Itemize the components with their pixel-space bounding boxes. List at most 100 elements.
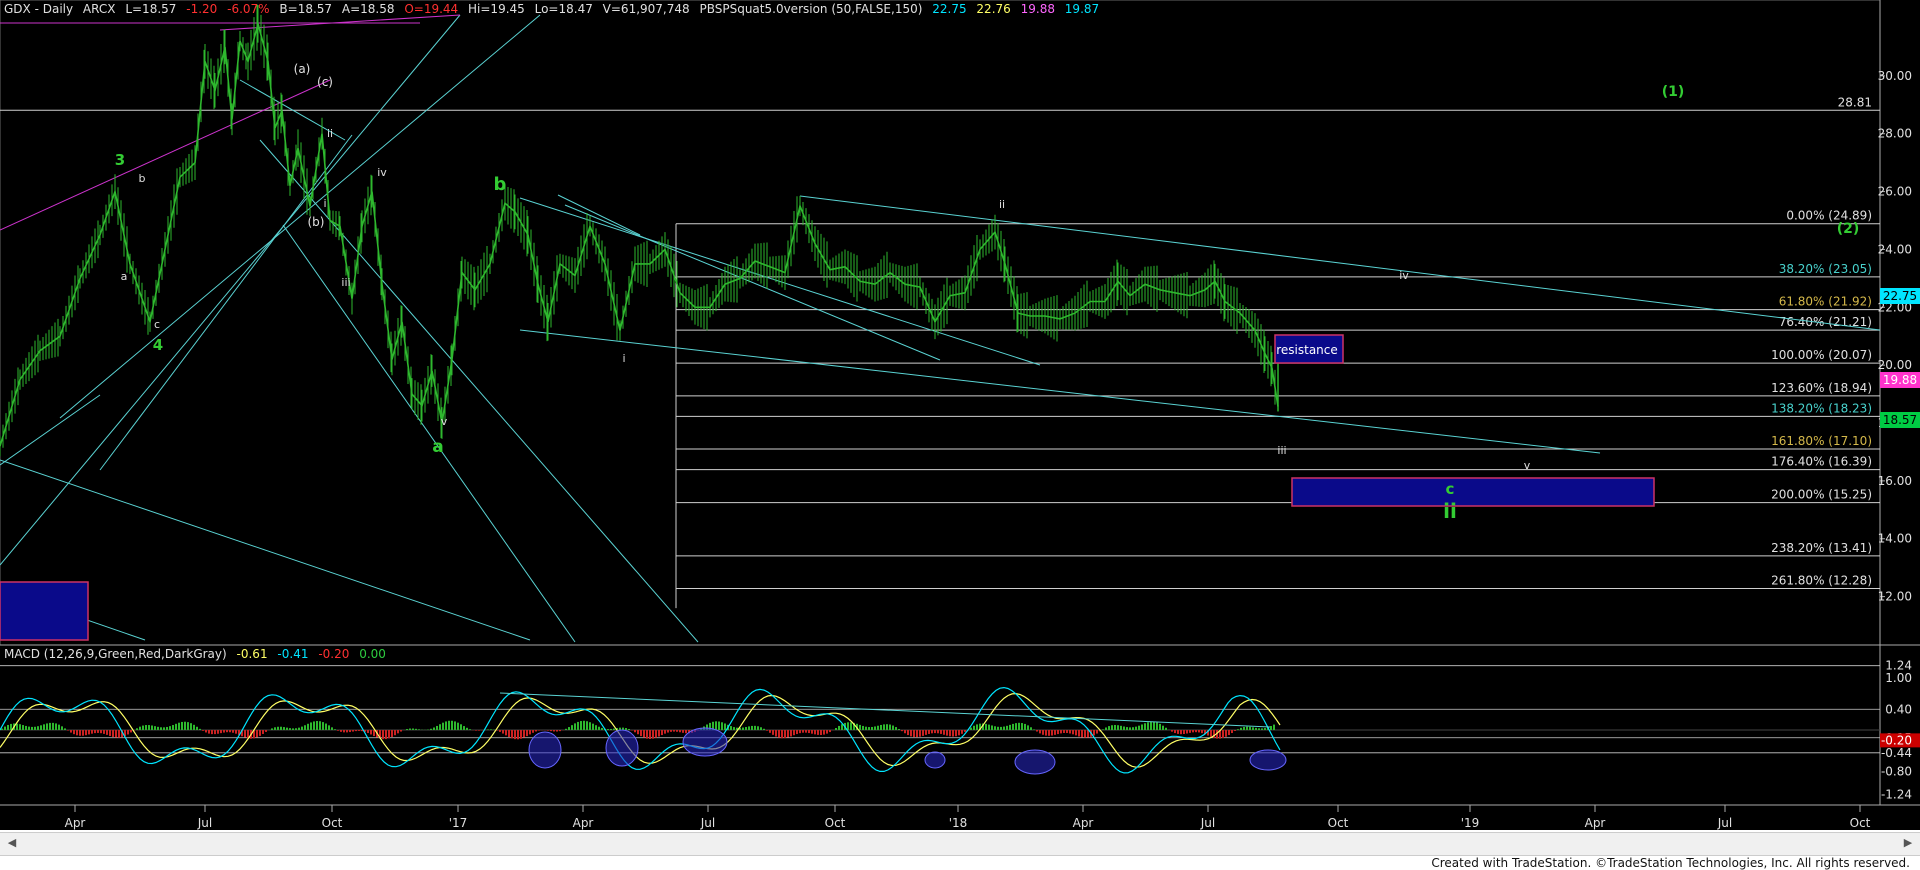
- study-value-1: 22.75: [932, 2, 967, 16]
- macd-trend-line: [499, 692, 1271, 728]
- volume: V=61,907,748: [602, 2, 690, 16]
- time-tick-label: '18: [949, 816, 968, 830]
- time-tick-label: Apr: [65, 816, 86, 830]
- macd-tick-label: 0.40: [1885, 702, 1912, 716]
- price-badge-value: 22.75: [1883, 289, 1917, 303]
- wave-label: (a): [294, 62, 311, 76]
- wave-label: iii: [341, 276, 350, 289]
- price-tick-label: 14.00: [1878, 532, 1912, 546]
- time-tick-label: Oct: [825, 816, 846, 830]
- price-badge-value: 18.57: [1883, 413, 1917, 427]
- macd-tick-label: -0.80: [1881, 764, 1912, 778]
- wave-label: c: [1446, 480, 1455, 498]
- macd-tick-label: -0.44: [1881, 746, 1912, 760]
- wave-label: iv: [1399, 269, 1409, 282]
- trend-line: [519, 329, 1601, 454]
- time-tick-label: Apr: [573, 816, 594, 830]
- macd-value-2: -0.41: [277, 647, 309, 661]
- price-tick-label: 26.00: [1878, 185, 1912, 199]
- wave-label: 3: [115, 151, 125, 169]
- macd-label: MACD (12,26,9,Green,Red,DarkGray): [4, 647, 227, 661]
- chart-header: GDX - Daily ARCX L=18.57 -1.20 -6.07% B=…: [4, 2, 1105, 16]
- wave-label: a: [432, 437, 443, 457]
- macd-highlight-ellipse: [924, 751, 946, 769]
- wave-label: resistance: [1276, 343, 1338, 357]
- time-tick-label: Oct: [1328, 816, 1349, 830]
- macd-tick-label: 1.00: [1885, 671, 1912, 685]
- time-tick-label: '19: [1461, 816, 1480, 830]
- macd-tick-label: -1.24: [1881, 787, 1912, 801]
- macd-highlight-ellipse: [682, 727, 728, 757]
- wave-label: c: [154, 318, 160, 331]
- wave-label: 4: [153, 336, 163, 354]
- wave-label: b: [139, 172, 146, 185]
- wave-label: ii: [1443, 499, 1457, 523]
- wave-label: v: [441, 415, 448, 428]
- price-tick-label: 12.00: [1878, 590, 1912, 604]
- time-tick-label: '17: [449, 816, 468, 830]
- study-label: PBSPSquat5.0version (50,FALSE,150): [699, 2, 923, 16]
- exchange-label: ARCX: [82, 2, 116, 16]
- wave-label: (c): [317, 75, 333, 89]
- lower-left-box: [0, 581, 89, 641]
- scroll-left-icon[interactable]: ◀: [4, 835, 20, 851]
- macd-highlight-ellipse: [1014, 749, 1056, 775]
- wave-label: a: [121, 270, 128, 283]
- low-price: Lo=18.47: [534, 2, 593, 16]
- study-value-3: 19.88: [1020, 2, 1055, 16]
- symbol-label: GDX - Daily: [4, 2, 74, 16]
- price-tick-label: 16.00: [1878, 474, 1912, 488]
- tradestation-chart: 12.0014.0016.0018.0020.0022.0024.0026.00…: [0, 0, 1920, 830]
- study-value-4: 19.87: [1064, 2, 1100, 16]
- high-price: Hi=19.45: [468, 2, 525, 16]
- wave-label: b: [494, 174, 507, 195]
- scroll-right-icon[interactable]: ▶: [1900, 835, 1916, 851]
- time-tick-label: Jul: [1717, 816, 1732, 830]
- bid-price: B=18.57: [279, 2, 333, 16]
- price-tick-label: 20.00: [1878, 358, 1912, 372]
- wave-label: i: [622, 352, 625, 365]
- macd-highlight-ellipse: [528, 731, 562, 769]
- trend-line: [557, 194, 641, 236]
- fib-level-label: 261.80% (12.28): [1771, 574, 1872, 588]
- macd-header: MACD (12,26,9,Green,Red,DarkGray) -0.61 …: [4, 647, 392, 661]
- fib-level-label: 200.00% (15.25): [1771, 488, 1872, 502]
- copyright-text: Created with TradeStation. ©TradeStation…: [1431, 856, 1910, 870]
- wave-label: i: [323, 197, 326, 210]
- time-tick-label: Jul: [1200, 816, 1215, 830]
- wave-label: ii: [327, 127, 333, 140]
- time-tick-label: Apr: [1585, 816, 1606, 830]
- wave-label: (b): [308, 215, 325, 229]
- macd-highlight-ellipse: [605, 729, 639, 767]
- ask-price: A=18.58: [341, 2, 395, 16]
- wave-label: (2): [1837, 221, 1860, 237]
- time-tick-label: Oct: [322, 816, 343, 830]
- time-tick-label: Jul: [197, 816, 212, 830]
- price-tick-label: 24.00: [1878, 242, 1912, 256]
- trend-line: [259, 139, 699, 643]
- fib-level-label: 100.00% (20.07): [1771, 348, 1872, 362]
- macd-value-3: -0.20: [318, 647, 350, 661]
- fib-level-label: 123.60% (18.94): [1771, 381, 1872, 395]
- last-price: L=18.57: [125, 2, 177, 16]
- horizontal-scrollbar[interactable]: ◀ ▶: [0, 832, 1920, 856]
- price-change-pct: -6.07%: [227, 2, 270, 16]
- time-tick-label: Apr: [1073, 816, 1094, 830]
- price-tick-label: 28.00: [1878, 127, 1912, 141]
- price-tick-label: 30.00: [1878, 69, 1912, 83]
- fib-level-label: 161.80% (17.10): [1771, 434, 1872, 448]
- wave-label: iv: [377, 166, 387, 179]
- macd-value-1: -0.61: [236, 647, 268, 661]
- open-price: O=19.44: [404, 2, 459, 16]
- fib-level-label: 138.20% (18.23): [1771, 401, 1872, 415]
- wave-label: v: [1524, 459, 1531, 472]
- fib-level-label: 28.81: [1838, 95, 1872, 109]
- time-tick-label: Oct: [1850, 816, 1871, 830]
- wave-label: (1): [1662, 84, 1685, 100]
- price-change: -1.20: [186, 2, 218, 16]
- wave-label: iii: [1277, 444, 1286, 457]
- fib-level-label: 61.80% (21.92): [1779, 295, 1872, 309]
- fib-level-label: 238.20% (13.41): [1771, 541, 1872, 555]
- price-badge-value: 19.88: [1883, 373, 1917, 387]
- time-tick-label: Jul: [700, 816, 715, 830]
